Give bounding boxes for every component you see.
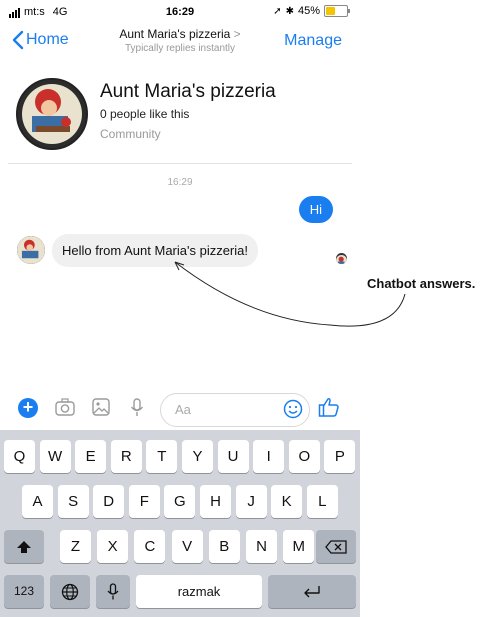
chevron-right-icon: > xyxy=(233,27,241,41)
nav-bar: Home Aunt Maria's pizzeria > Typically r… xyxy=(0,22,360,62)
key-o[interactable]: O xyxy=(288,440,320,473)
plus-icon[interactable]: + xyxy=(18,398,38,418)
page-avatar[interactable] xyxy=(16,78,88,150)
outgoing-message[interactable]: Hi xyxy=(298,196,333,223)
pizzeria-logo-image xyxy=(18,80,86,148)
annotation-label: Chatbot answers. xyxy=(367,276,476,291)
key-k[interactable]: K xyxy=(271,485,303,518)
numbers-key[interactable]: 123 xyxy=(4,575,44,608)
key-x[interactable]: X xyxy=(97,530,129,563)
divider xyxy=(8,163,352,164)
messenger-screen: mt:s 4G 16:29 ➚ ✱ 45% Home Aunt Maria's … xyxy=(0,0,360,617)
camera-icon[interactable] xyxy=(55,398,75,421)
keyboard-row-1: QWERTYUIOP xyxy=(0,440,360,473)
key-d[interactable]: D xyxy=(93,485,125,518)
incoming-message[interactable]: Hello from Aunt Maria's pizzeria! xyxy=(52,234,258,267)
battery-fill xyxy=(326,7,335,15)
page-name[interactable]: Aunt Maria's pizzeria xyxy=(100,81,276,103)
return-icon xyxy=(304,586,320,598)
seen-indicator xyxy=(336,253,347,264)
key-v[interactable]: V xyxy=(171,530,203,563)
key-a[interactable]: A xyxy=(22,485,53,518)
seen-avatar-icon xyxy=(336,255,347,264)
key-q[interactable]: Q xyxy=(4,440,35,473)
key-h[interactable]: H xyxy=(200,485,231,518)
sender-avatar xyxy=(17,236,45,264)
key-m[interactable]: M xyxy=(283,530,315,563)
key-r[interactable]: R xyxy=(110,440,142,473)
keyboard-row-3: ZXCVBNM xyxy=(0,530,360,563)
chat-timestamp: 16:29 xyxy=(167,177,193,188)
bluetooth-icon: ✱ xyxy=(285,5,294,17)
key-g[interactable]: G xyxy=(164,485,196,518)
key-w[interactable]: W xyxy=(39,440,71,473)
page-category: Community xyxy=(100,127,161,141)
thumbs-up-icon[interactable] xyxy=(318,396,340,423)
globe-key[interactable] xyxy=(50,575,90,608)
pizzeria-logo-image xyxy=(17,236,45,264)
emoji-icon[interactable] xyxy=(283,399,303,424)
manage-button[interactable]: Manage xyxy=(284,32,342,50)
key-e[interactable]: E xyxy=(75,440,107,473)
input-placeholder: Aa xyxy=(175,402,191,417)
battery-icon xyxy=(324,5,350,17)
microphone-icon[interactable] xyxy=(130,398,144,423)
globe-icon xyxy=(61,583,79,601)
key-y[interactable]: Y xyxy=(182,440,213,473)
key-u[interactable]: U xyxy=(217,440,249,473)
on-screen-keyboard: QWERTYUIOP ASDFGHJKL ZXCVBNM 123 razmak xyxy=(0,430,360,617)
key-i[interactable]: I xyxy=(253,440,285,473)
key-b[interactable]: B xyxy=(208,530,240,563)
backspace-icon xyxy=(325,540,347,554)
key-t[interactable]: T xyxy=(146,440,178,473)
battery-percent: 45% xyxy=(297,5,320,17)
status-bar: mt:s 4G 16:29 ➚ ✱ 45% xyxy=(0,0,360,22)
shift-key[interactable] xyxy=(4,530,44,563)
key-n[interactable]: N xyxy=(246,530,277,563)
space-key[interactable]: razmak xyxy=(136,575,262,608)
key-s[interactable]: S xyxy=(57,485,89,518)
location-icon: ➚ xyxy=(273,5,282,17)
key-c[interactable]: C xyxy=(134,530,166,563)
keyboard-row-2: ASDFGHJKL xyxy=(0,485,360,518)
shift-icon xyxy=(17,541,31,553)
key-j[interactable]: J xyxy=(235,485,267,518)
page-likes: 0 people like this xyxy=(100,107,190,121)
backspace-key[interactable] xyxy=(316,530,356,563)
key-f[interactable]: F xyxy=(128,485,160,518)
key-p[interactable]: P xyxy=(324,440,356,473)
message-composer: + Aa xyxy=(0,390,360,430)
key-z[interactable]: Z xyxy=(60,530,91,563)
message-input[interactable]: Aa xyxy=(160,393,310,427)
return-key[interactable] xyxy=(268,575,356,608)
dictation-key[interactable] xyxy=(96,575,130,608)
image-icon[interactable] xyxy=(92,398,110,421)
key-l[interactable]: L xyxy=(306,485,338,518)
keyboard-row-4: 123 razmak xyxy=(0,575,360,608)
page-title: Aunt Maria's pizzeria xyxy=(119,27,231,41)
microphone-icon xyxy=(107,583,119,600)
